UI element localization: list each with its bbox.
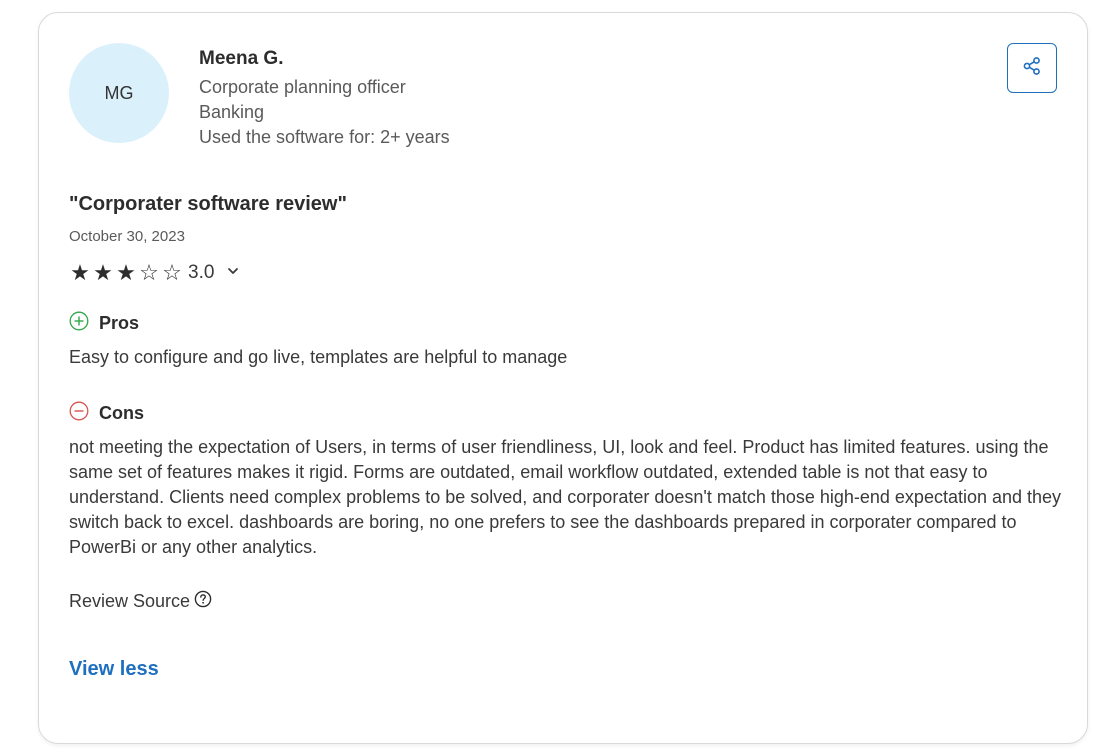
reviewer-industry: Banking	[199, 102, 265, 122]
rating: ★ ★ ★ ☆ ☆ 3.0	[69, 261, 240, 285]
question-circle-icon[interactable]	[194, 590, 212, 613]
review-source: Review Source	[69, 590, 212, 613]
minus-circle-icon	[69, 401, 89, 426]
star-filled-icon: ★	[93, 260, 113, 285]
star-filled-icon: ★	[70, 260, 90, 285]
cons-label: Cons	[99, 403, 144, 423]
cons-text: not meeting the expectation of Users, in…	[69, 437, 1062, 557]
cons-heading: Cons	[69, 401, 144, 426]
reviewer-name: Meena G.	[199, 48, 284, 69]
reviewer-info: Meena G. Corporate planning officer Bank…	[199, 47, 450, 150]
pros-text: Easy to configure and go live, templates…	[69, 347, 568, 367]
share-button[interactable]	[1007, 43, 1057, 93]
star-empty-icon: ☆	[162, 260, 182, 285]
avatar: MG	[69, 43, 169, 143]
plus-circle-icon	[69, 311, 89, 336]
avatar-initials: MG	[104, 82, 134, 103]
rating-value: 3.0	[188, 262, 215, 283]
review-date: October 30, 2023	[69, 228, 185, 245]
pros-heading: Pros	[69, 311, 139, 336]
review-card: MG Meena G. Corporate planning officer B…	[38, 12, 1088, 744]
reviewer-job-title: Corporate planning officer	[199, 77, 406, 97]
review-source-label: Review Source	[69, 591, 191, 611]
share-icon	[1022, 56, 1042, 81]
rating-details-toggle[interactable]	[226, 264, 240, 283]
star-rating: ★ ★ ★ ☆ ☆	[69, 261, 183, 285]
review-title: "Corporater software review"	[69, 193, 347, 215]
pros-label: Pros	[99, 313, 140, 333]
star-filled-icon: ★	[116, 260, 136, 285]
star-empty-icon: ☆	[139, 260, 159, 285]
chevron-down-icon	[226, 264, 240, 283]
view-less-link[interactable]: View less	[69, 658, 159, 681]
reviewer-usage: Used the software for: 2+ years	[199, 127, 450, 147]
